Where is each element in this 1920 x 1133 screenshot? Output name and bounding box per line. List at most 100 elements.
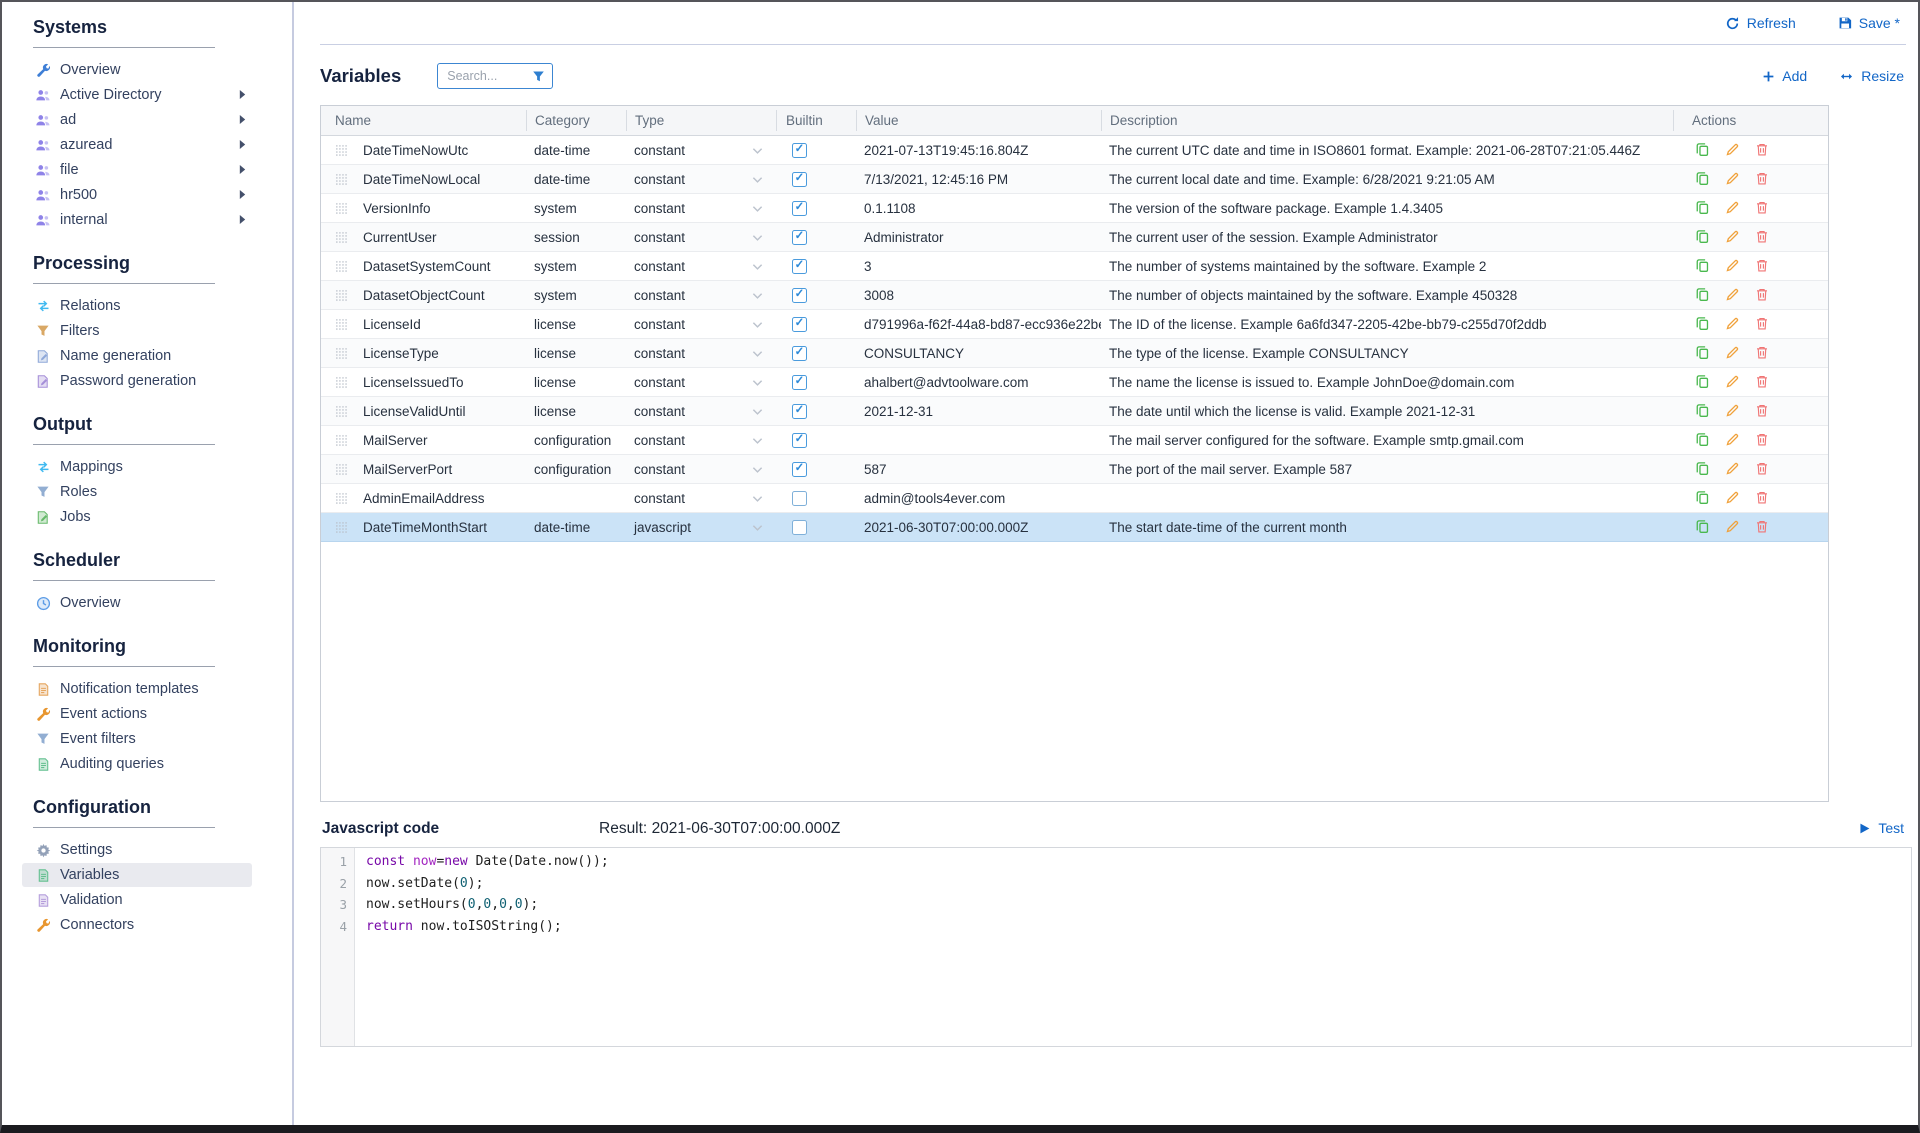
drag-handle-icon[interactable]: [321, 202, 361, 215]
drag-handle-icon[interactable]: [321, 521, 361, 534]
search-input[interactable]: [445, 68, 528, 84]
column-header-builtin[interactable]: Builtin: [776, 106, 856, 135]
builtin-checkbox[interactable]: ✓: [792, 346, 807, 361]
cell-type[interactable]: constant: [626, 230, 776, 245]
edit-button[interactable]: [1725, 200, 1741, 216]
chevron-down-icon[interactable]: [752, 375, 763, 390]
column-header-category[interactable]: Category: [526, 106, 626, 135]
table-row[interactable]: CurrentUser session constant ✓ Administr…: [321, 223, 1828, 252]
column-header-name[interactable]: Name: [321, 106, 526, 135]
edit-button[interactable]: [1725, 490, 1741, 506]
sidebar-item-hr500[interactable]: hr500: [22, 183, 252, 207]
chevron-right-icon[interactable]: [238, 114, 248, 126]
sidebar-item-event-actions[interactable]: Event actions: [22, 702, 252, 726]
cell-type[interactable]: constant: [626, 317, 776, 332]
delete-button[interactable]: [1755, 316, 1771, 332]
edit-button[interactable]: [1725, 258, 1741, 274]
delete-button[interactable]: [1755, 258, 1771, 274]
drag-handle-icon[interactable]: [321, 318, 361, 331]
sidebar-item-roles[interactable]: Roles: [22, 480, 252, 504]
save-button[interactable]: Save *: [1838, 15, 1900, 31]
chevron-down-icon[interactable]: [752, 172, 763, 187]
refresh-button[interactable]: Refresh: [1725, 15, 1796, 31]
chevron-down-icon[interactable]: [752, 317, 763, 332]
sidebar-item-name-generation[interactable]: Name generation: [22, 344, 252, 368]
add-button[interactable]: Add: [1762, 68, 1807, 84]
cell-type[interactable]: constant: [626, 404, 776, 419]
code-line[interactable]: const now=new Date(Date.now());: [366, 854, 1911, 876]
cell-type[interactable]: constant: [626, 433, 776, 448]
drag-handle-icon[interactable]: [321, 289, 361, 302]
cell-type[interactable]: constant: [626, 346, 776, 361]
builtin-checkbox[interactable]: ✓: [792, 288, 807, 303]
delete-button[interactable]: [1755, 461, 1771, 477]
edit-button[interactable]: [1725, 519, 1741, 535]
edit-button[interactable]: [1725, 287, 1741, 303]
copy-button[interactable]: [1695, 432, 1711, 448]
chevron-right-icon[interactable]: [238, 164, 248, 176]
copy-button[interactable]: [1695, 258, 1711, 274]
edit-button[interactable]: [1725, 171, 1741, 187]
sidebar-item-ad[interactable]: ad: [22, 108, 252, 132]
cell-type[interactable]: javascript: [626, 520, 776, 535]
builtin-checkbox[interactable]: ✓: [792, 404, 807, 419]
copy-button[interactable]: [1695, 374, 1711, 390]
table-row[interactable]: LicenseIssuedTo license constant ✓ ahalb…: [321, 368, 1828, 397]
copy-button[interactable]: [1695, 200, 1711, 216]
builtin-checkbox[interactable]: ✓: [792, 259, 807, 274]
chevron-down-icon[interactable]: [752, 346, 763, 361]
builtin-checkbox[interactable]: ✓: [792, 143, 807, 158]
builtin-checkbox[interactable]: ✓: [792, 462, 807, 477]
cell-type[interactable]: constant: [626, 259, 776, 274]
drag-handle-icon[interactable]: [321, 347, 361, 360]
drag-handle-icon[interactable]: [321, 434, 361, 447]
copy-button[interactable]: [1695, 287, 1711, 303]
copy-button[interactable]: [1695, 345, 1711, 361]
sidebar-item-mappings[interactable]: Mappings: [22, 455, 252, 479]
table-row[interactable]: DateTimeNowLocal date-time constant ✓ 7/…: [321, 165, 1828, 194]
drag-handle-icon[interactable]: [321, 376, 361, 389]
delete-button[interactable]: [1755, 171, 1771, 187]
builtin-checkbox[interactable]: ✓: [792, 317, 807, 332]
drag-handle-icon[interactable]: [321, 405, 361, 418]
chevron-down-icon[interactable]: [752, 288, 763, 303]
delete-button[interactable]: [1755, 374, 1771, 390]
builtin-checkbox[interactable]: ✓: [792, 172, 807, 187]
edit-button[interactable]: [1725, 316, 1741, 332]
edit-button[interactable]: [1725, 142, 1741, 158]
chevron-right-icon[interactable]: [238, 189, 248, 201]
table-row[interactable]: LicenseType license constant ✓ CONSULTAN…: [321, 339, 1828, 368]
delete-button[interactable]: [1755, 519, 1771, 535]
builtin-checkbox[interactable]: ✓: [792, 433, 807, 448]
drag-handle-icon[interactable]: [321, 231, 361, 244]
chevron-down-icon[interactable]: [752, 520, 763, 535]
code-line[interactable]: now.setHours(0,0,0,0);: [366, 897, 1911, 919]
chevron-down-icon[interactable]: [752, 491, 763, 506]
test-button[interactable]: Test: [1858, 820, 1904, 836]
chevron-right-icon[interactable]: [238, 139, 248, 151]
sidebar-item-relations[interactable]: Relations: [22, 294, 252, 318]
copy-button[interactable]: [1695, 519, 1711, 535]
sidebar-item-auditing-queries[interactable]: Auditing queries: [22, 752, 252, 776]
builtin-checkbox[interactable]: ✓: [792, 230, 807, 245]
table-row[interactable]: DatasetObjectCount system constant ✓ 300…: [321, 281, 1828, 310]
table-row[interactable]: VersionInfo system constant ✓ 0.1.1108 T…: [321, 194, 1828, 223]
sidebar-item-jobs[interactable]: Jobs: [22, 505, 252, 529]
column-header-description[interactable]: Description: [1101, 106, 1673, 135]
copy-button[interactable]: [1695, 171, 1711, 187]
sidebar-item-overview[interactable]: Overview: [22, 58, 252, 82]
chevron-down-icon[interactable]: [752, 143, 763, 158]
sidebar-item-password-generation[interactable]: Password generation: [22, 369, 252, 393]
sidebar-item-active-directory[interactable]: Active Directory: [22, 83, 252, 107]
table-row[interactable]: DateTimeNowUtc date-time constant ✓ 2021…: [321, 136, 1828, 165]
delete-button[interactable]: [1755, 345, 1771, 361]
drag-handle-icon[interactable]: [321, 463, 361, 476]
delete-button[interactable]: [1755, 287, 1771, 303]
edit-button[interactable]: [1725, 345, 1741, 361]
delete-button[interactable]: [1755, 432, 1771, 448]
table-row[interactable]: MailServerPort configuration constant ✓ …: [321, 455, 1828, 484]
column-header-value[interactable]: Value: [856, 106, 1101, 135]
copy-button[interactable]: [1695, 316, 1711, 332]
table-row[interactable]: DateTimeMonthStart date-time javascript …: [321, 513, 1828, 542]
sidebar-item-azuread[interactable]: azuread: [22, 133, 252, 157]
